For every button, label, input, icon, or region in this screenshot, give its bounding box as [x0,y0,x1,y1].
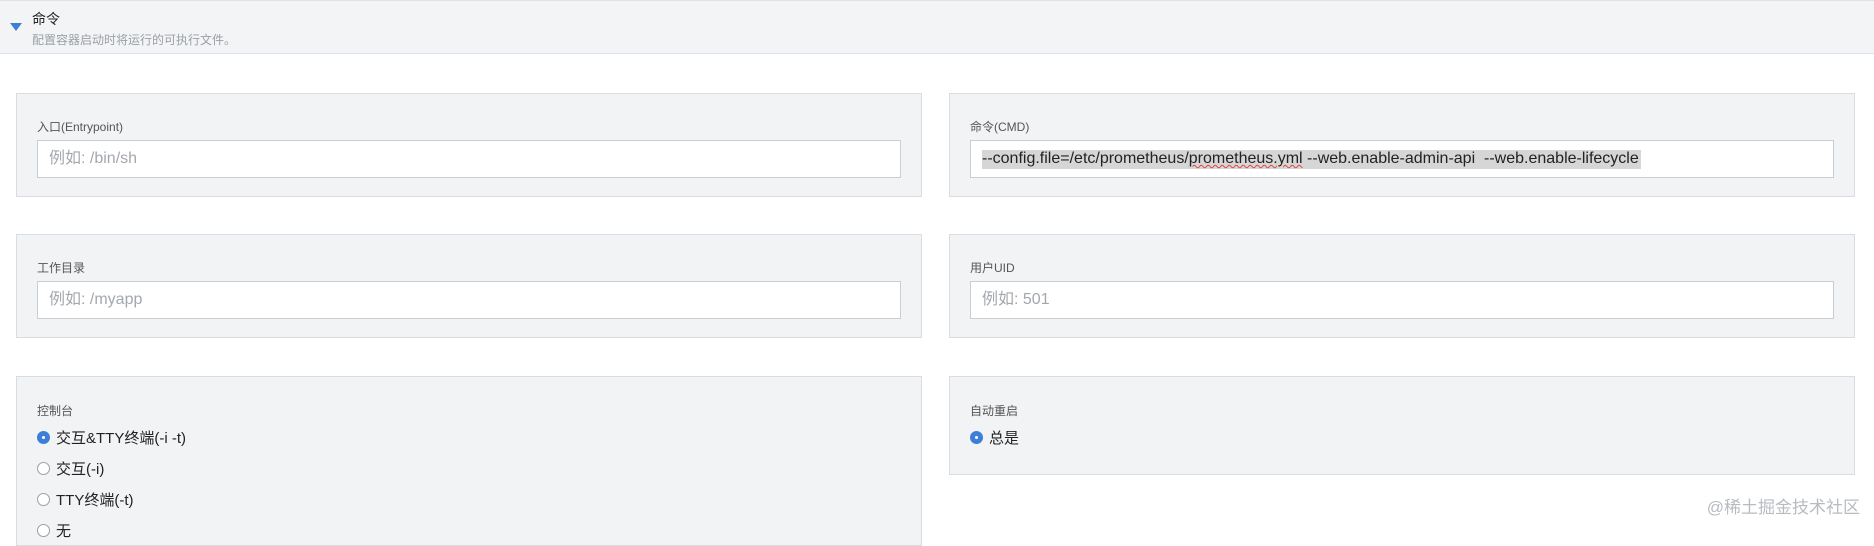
cmd-card: 命令(CMD) --config.file=/etc/prometheus/pr… [949,93,1855,197]
collapse-caret-icon[interactable] [10,23,22,31]
uid-input[interactable] [971,282,1833,318]
console-option-label: 交互(-i) [56,460,105,478]
section-description: 配置容器启动时将运行的可执行文件。 [32,33,237,47]
watermark: @稀土掘金技术社区 [1706,498,1860,517]
restart-label: 自动重启 [970,404,1019,418]
workdir-label: 工作目录 [37,261,86,275]
workdir-input[interactable] [38,282,900,318]
console-option-none[interactable]: 无 [37,519,71,541]
workdir-field[interactable] [37,281,901,319]
radio-checked-icon[interactable] [37,430,50,444]
console-option-t[interactable]: TTY终端(-t) [37,488,133,510]
entrypoint-input[interactable] [38,141,900,177]
radio-checked-icon[interactable] [970,430,983,444]
console-option-label: TTY终端(-t) [56,491,134,509]
cmd-label: 命令(CMD) [970,120,1030,134]
uid-label: 用户UID [970,261,1015,275]
console-option-i[interactable]: 交互(-i) [37,457,104,479]
console-label: 控制台 [37,404,74,418]
restart-card: 自动重启 总是 [949,376,1855,475]
restart-option-always[interactable]: 总是 [970,426,1019,448]
radio-unchecked-icon[interactable] [37,461,50,475]
console-option-label: 无 [56,522,72,540]
radio-unchecked-icon[interactable] [37,523,50,537]
restart-option-label: 总是 [989,429,1020,447]
spellcheck-underline: prometheus.yml [1188,150,1303,167]
cmd-selected-text: --config.file=/etc/prometheus/prometheus… [982,150,1641,169]
console-option-label: 交互&TTY终端(-i -t) [56,429,186,447]
uid-field[interactable] [970,281,1834,319]
workdir-card: 工作目录 [16,234,922,338]
uid-card: 用户UID [949,234,1855,338]
section-header[interactable]: 命令 配置容器启动时将运行的可执行文件。 [0,0,1874,54]
radio-unchecked-icon[interactable] [37,492,50,506]
entrypoint-label: 入口(Entrypoint) [37,120,124,134]
console-card: 控制台 交互&TTY终端(-i -t) 交互(-i) TTY终端(-t) 无 [16,376,922,546]
entrypoint-card: 入口(Entrypoint) [16,93,922,197]
section-title: 命令 [32,11,60,27]
cmd-input[interactable]: --config.file=/etc/prometheus/prometheus… [970,140,1834,178]
console-option-it[interactable]: 交互&TTY终端(-i -t) [37,426,186,448]
entrypoint-field[interactable] [37,140,901,178]
